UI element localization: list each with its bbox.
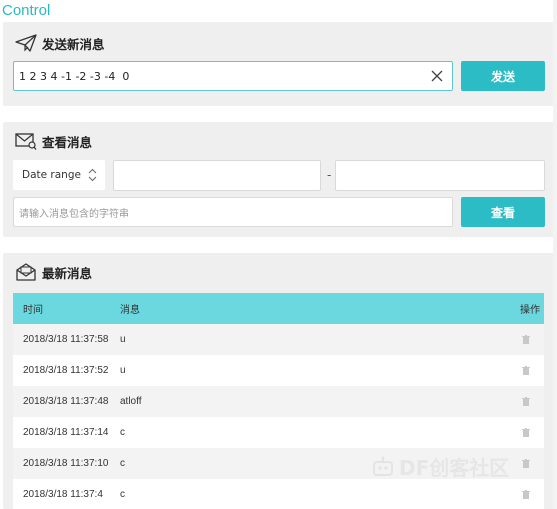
column-header-message: 消息 <box>120 305 140 316</box>
robot-logo-icon <box>373 456 393 476</box>
date-range-select[interactable]: Date range <box>13 160 105 190</box>
row-action <box>484 417 544 448</box>
watermark-text: DF创客社区 <box>399 456 510 480</box>
trash-icon[interactable] <box>522 334 530 344</box>
search-input[interactable]: 请输入消息包含的字符串 <box>13 197 453 227</box>
messages-table-body: 2018/3/18 11:37:58 u 2018/3/18 11:37:52 … <box>13 324 544 509</box>
trash-icon[interactable] <box>522 427 530 437</box>
send-panel-title: 发送新消息 <box>42 36 105 52</box>
view-messages-panel: 查看消息 Date range - 请输入消息包含的字符串 查看 <box>3 122 557 237</box>
latest-panel-header: 最新消息 <box>15 262 92 282</box>
mail-inbox-icon <box>16 263 36 281</box>
date-range-label: Date range <box>22 169 81 181</box>
query-panel-header: 查看消息 <box>15 131 92 151</box>
row-action <box>484 386 544 417</box>
table-row: 2018/3/18 11:37:52 u <box>13 355 544 386</box>
row-time: 2018/3/18 11:37:14 <box>23 427 109 438</box>
trash-icon[interactable] <box>522 458 530 468</box>
query-button[interactable]: 查看 <box>461 197 545 227</box>
message-input[interactable]: 1 2 3 4 -1 -2 -3 -4 0 <box>13 61 453 91</box>
row-time: 2018/3/18 11:37:52 <box>23 365 109 376</box>
row-action <box>484 324 544 355</box>
send-button[interactable]: 发送 <box>461 61 545 91</box>
clear-icon[interactable] <box>431 70 443 82</box>
watermark: DF创客社区 <box>370 452 509 481</box>
column-header-time: 时间 <box>23 305 43 316</box>
table-row: 2018/3/18 11:37:48 atloff <box>13 386 544 417</box>
sort-arrows-icon <box>88 168 97 182</box>
table-row: 2018/3/18 11:37:14 c <box>13 417 544 448</box>
date-separator: - <box>327 168 332 182</box>
scrollbar[interactable] <box>553 0 557 509</box>
row-time: 2018/3/18 11:37:58 <box>23 334 109 345</box>
search-placeholder: 请输入消息包含的字符串 <box>19 208 129 220</box>
row-message: c <box>120 489 125 500</box>
row-time: 2018/3/18 11:37:48 <box>23 396 109 407</box>
table-row: 2018/3/18 11:37:58 u <box>13 324 544 355</box>
page-title: Control <box>2 2 51 19</box>
end-date-input[interactable] <box>335 160 545 191</box>
row-message: atloff <box>120 396 142 407</box>
row-action <box>484 479 544 509</box>
row-time: 2018/3/18 11:37:10 <box>23 458 109 469</box>
trash-icon[interactable] <box>522 489 530 499</box>
table-row: 2018/3/18 11:37:4 c <box>13 479 544 509</box>
row-message: c <box>120 427 125 438</box>
mail-search-icon <box>15 133 37 150</box>
column-header-action: 操作 <box>520 305 540 316</box>
table-header-row: 时间 消息 操作 <box>13 293 544 324</box>
message-input-value: 1 2 3 4 -1 -2 -3 -4 0 <box>19 69 130 83</box>
latest-panel-title: 最新消息 <box>42 265 93 281</box>
send-panel-header: 发送新消息 <box>15 33 105 53</box>
paper-plane-icon <box>15 34 37 52</box>
row-action <box>484 355 544 386</box>
row-message: u <box>120 365 126 376</box>
row-time: 2018/3/18 11:37:4 <box>23 489 103 500</box>
trash-icon[interactable] <box>522 365 530 375</box>
row-message: u <box>120 334 126 345</box>
start-date-input[interactable] <box>113 160 321 191</box>
send-message-panel: 发送新消息 1 2 3 4 -1 -2 -3 -4 0 发送 <box>3 22 557 106</box>
query-panel-title: 查看消息 <box>42 134 93 150</box>
trash-icon[interactable] <box>522 396 530 406</box>
